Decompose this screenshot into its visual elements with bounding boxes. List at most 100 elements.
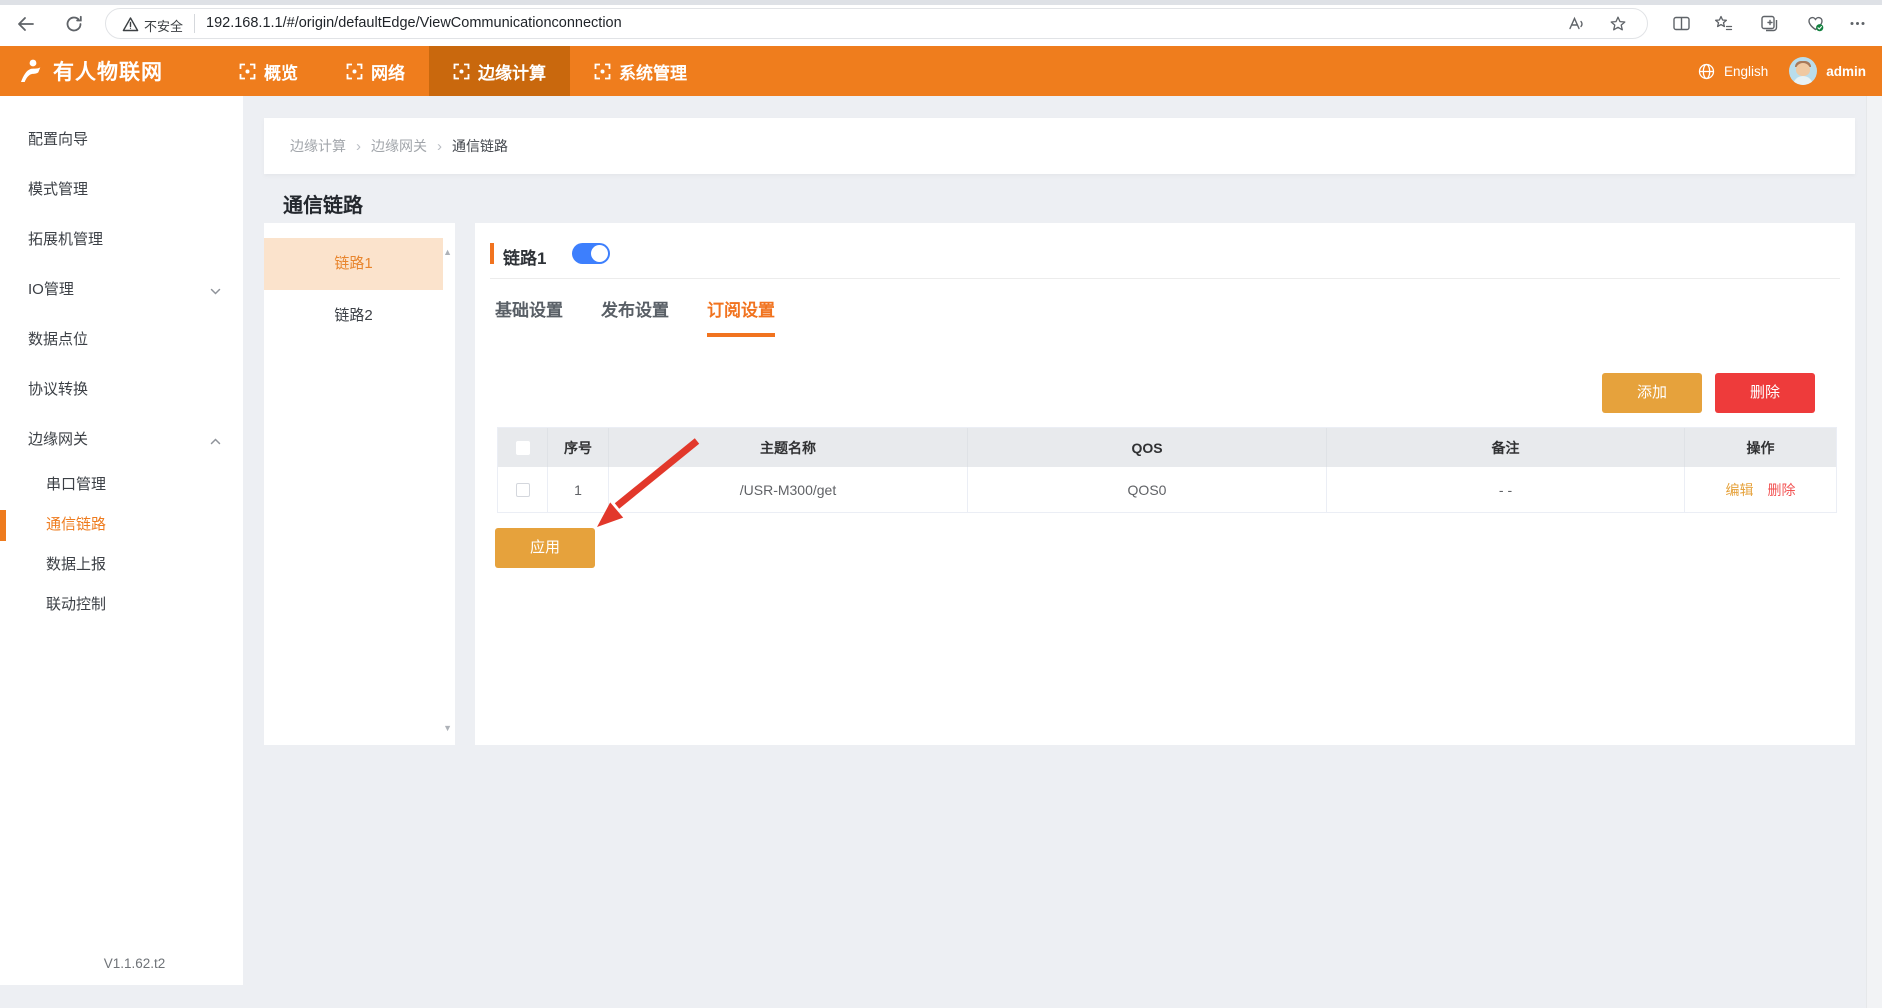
tab-subscribe-settings[interactable]: 订阅设置 — [707, 296, 775, 337]
header-remark: 备注 — [1327, 428, 1685, 467]
header-right: English admin — [1698, 46, 1866, 96]
split-screen-icon[interactable] — [1672, 14, 1691, 33]
sidebar-item-io-management[interactable]: IO管理 — [0, 265, 243, 315]
browser-refresh-icon[interactable] — [64, 14, 84, 34]
tab-publish-settings[interactable]: 发布设置 — [601, 296, 669, 337]
sidebar-item-expansion-management[interactable]: 拓展机管理 — [0, 215, 243, 265]
nav-edge-computing[interactable]: 边缘计算 — [429, 46, 570, 96]
header-action: 操作 — [1685, 428, 1836, 467]
address-bar-divider — [194, 14, 195, 33]
table-header-row: 序号 主题名称 QOS 备注 操作 — [498, 428, 1836, 467]
breadcrumb-separator: › — [356, 138, 361, 155]
nav-network[interactable]: 网络 — [322, 46, 429, 96]
delete-button[interactable]: 删除 — [1715, 373, 1815, 413]
scroll-up-icon[interactable]: ▲ — [443, 247, 452, 257]
collections-icon[interactable] — [1760, 14, 1779, 33]
avatar-body — [1793, 76, 1813, 85]
page: 不安全 192.168.1.1/#/origin/defaultEdge/Vie… — [0, 0, 1882, 1008]
sidebar-item-edge-gateway[interactable]: 边缘网关 — [0, 415, 243, 465]
nav-system-management-label: 系统管理 — [619, 59, 687, 84]
user-avatar[interactable] — [1789, 57, 1817, 85]
link-item-2[interactable]: 链路2 — [264, 290, 443, 342]
breadcrumb-separator: › — [437, 138, 442, 155]
scroll-down-icon[interactable]: ▼ — [443, 723, 452, 733]
settings-tabs: 基础设置 发布设置 订阅设置 — [495, 296, 813, 337]
browser-menu-icon[interactable] — [1848, 14, 1867, 33]
browser-tabstrip — [0, 0, 1882, 5]
sidebar-subitem-communication-link[interactable]: 通信链路 — [0, 505, 243, 545]
row-checkbox[interactable] — [516, 483, 530, 497]
sidebar-item-label: IO管理 — [28, 281, 74, 298]
sidebar-item-label: 模式管理 — [28, 181, 88, 198]
sidebar-item-label: 拓展机管理 — [28, 231, 103, 248]
sidebar-subitem-label: 联动控制 — [46, 596, 106, 613]
tab-basic-settings[interactable]: 基础设置 — [495, 296, 563, 337]
url-text[interactable]: 192.168.1.1/#/origin/defaultEdge/ViewCom… — [206, 15, 622, 31]
chevron-down-icon — [210, 286, 221, 297]
sidebar-subitem-serial-management[interactable]: 串口管理 — [0, 465, 243, 505]
nav-overview[interactable]: 概览 — [215, 46, 322, 96]
row-select-cell — [498, 467, 548, 512]
usr-logo-icon — [18, 58, 45, 85]
breadcrumb-current: 通信链路 — [452, 136, 508, 156]
sidebar-subitem-label: 通信链路 — [46, 516, 106, 533]
delete-link[interactable]: 删除 — [1768, 480, 1796, 500]
username[interactable]: admin — [1826, 64, 1866, 79]
link-detail-panel: 链路1 基础设置 发布设置 订阅设置 添加 删除 序号 主题名称 QOS 备注 … — [475, 223, 1855, 745]
globe-icon — [1698, 63, 1715, 80]
scan-icon — [594, 63, 611, 80]
select-all-checkbox[interactable] — [516, 441, 530, 455]
row-qos: QOS0 — [968, 467, 1327, 512]
sidebar-item-label: 协议转换 — [28, 381, 88, 398]
language-switch[interactable]: English — [1724, 64, 1768, 79]
browser-back-icon[interactable] — [16, 14, 36, 34]
brand-name: 有人物联网 — [53, 56, 163, 86]
top-navigation: 概览 网络 边缘计算 系统管理 — [215, 46, 711, 96]
sidebar-item-mode-management[interactable]: 模式管理 — [0, 165, 243, 215]
sidebar-item-data-points[interactable]: 数据点位 — [0, 315, 243, 365]
apply-button[interactable]: 应用 — [495, 528, 595, 568]
breadcrumb: 边缘计算 › 边缘网关 › 通信链路 — [264, 118, 1855, 174]
favorite-star-icon[interactable] — [1609, 15, 1627, 33]
link-item-1[interactable]: 链路1 — [264, 238, 443, 290]
sidebar-subitem-data-report[interactable]: 数据上报 — [0, 545, 243, 585]
divider — [490, 278, 1840, 279]
link-title: 链路1 — [503, 244, 546, 269]
page-scrollbar[interactable] — [1866, 96, 1882, 1008]
sidebar-item-label: 边缘网关 — [28, 431, 88, 448]
avatar-face — [1796, 63, 1810, 76]
edit-link[interactable]: 编辑 — [1726, 480, 1754, 500]
breadcrumb-edge-computing[interactable]: 边缘计算 — [290, 136, 346, 156]
favorites-hub-icon[interactable] — [1714, 14, 1733, 33]
security-label[interactable]: 不安全 — [144, 16, 183, 35]
nav-network-label: 网络 — [371, 59, 405, 84]
header-topic-name: 主题名称 — [609, 428, 968, 467]
sidebar-subitem-linkage-control[interactable]: 联动控制 — [0, 585, 243, 625]
header-select-all-cell — [498, 428, 548, 467]
header-qos: QOS — [968, 428, 1327, 467]
sidebar-item-config-wizard[interactable]: 配置向导 — [0, 115, 243, 165]
link-enable-toggle[interactable] — [572, 243, 610, 264]
scan-icon — [346, 63, 363, 80]
sidebar-item-protocol-conversion[interactable]: 协议转换 — [0, 365, 243, 415]
page-title: 通信链路 — [283, 189, 363, 218]
browser-essentials-icon[interactable] — [1806, 14, 1825, 33]
browser-address-bar[interactable]: 不安全 192.168.1.1/#/origin/defaultEdge/Vie… — [105, 8, 1648, 39]
nav-edge-computing-label: 边缘计算 — [478, 59, 546, 84]
not-secure-warning-icon[interactable] — [122, 16, 139, 33]
link-list-panel: 链路1 链路2 ▲ ▼ — [264, 223, 455, 745]
brand: 有人物联网 — [18, 46, 163, 96]
sidebar: 配置向导 模式管理 拓展机管理 IO管理 数据点位 协议转换 边缘网关 串口管理… — [0, 96, 243, 985]
read-aloud-icon[interactable] — [1567, 15, 1585, 33]
row-topic-name: /USR-M300/get — [609, 467, 968, 512]
firmware-version: V1.1.62.t2 — [0, 956, 243, 971]
table-row: 1 /USR-M300/get QOS0 - - 编辑 删除 — [498, 467, 1836, 513]
app-header: 有人物联网 概览 网络 边缘计算 系统管理 English — [0, 46, 1882, 96]
add-button[interactable]: 添加 — [1602, 373, 1702, 413]
nav-system-management[interactable]: 系统管理 — [570, 46, 711, 96]
scan-icon — [453, 63, 470, 80]
row-index: 1 — [548, 467, 609, 512]
breadcrumb-edge-gateway[interactable]: 边缘网关 — [371, 136, 427, 156]
row-action-cell: 编辑 删除 — [1685, 467, 1836, 512]
sidebar-item-label: 数据点位 — [28, 331, 88, 348]
